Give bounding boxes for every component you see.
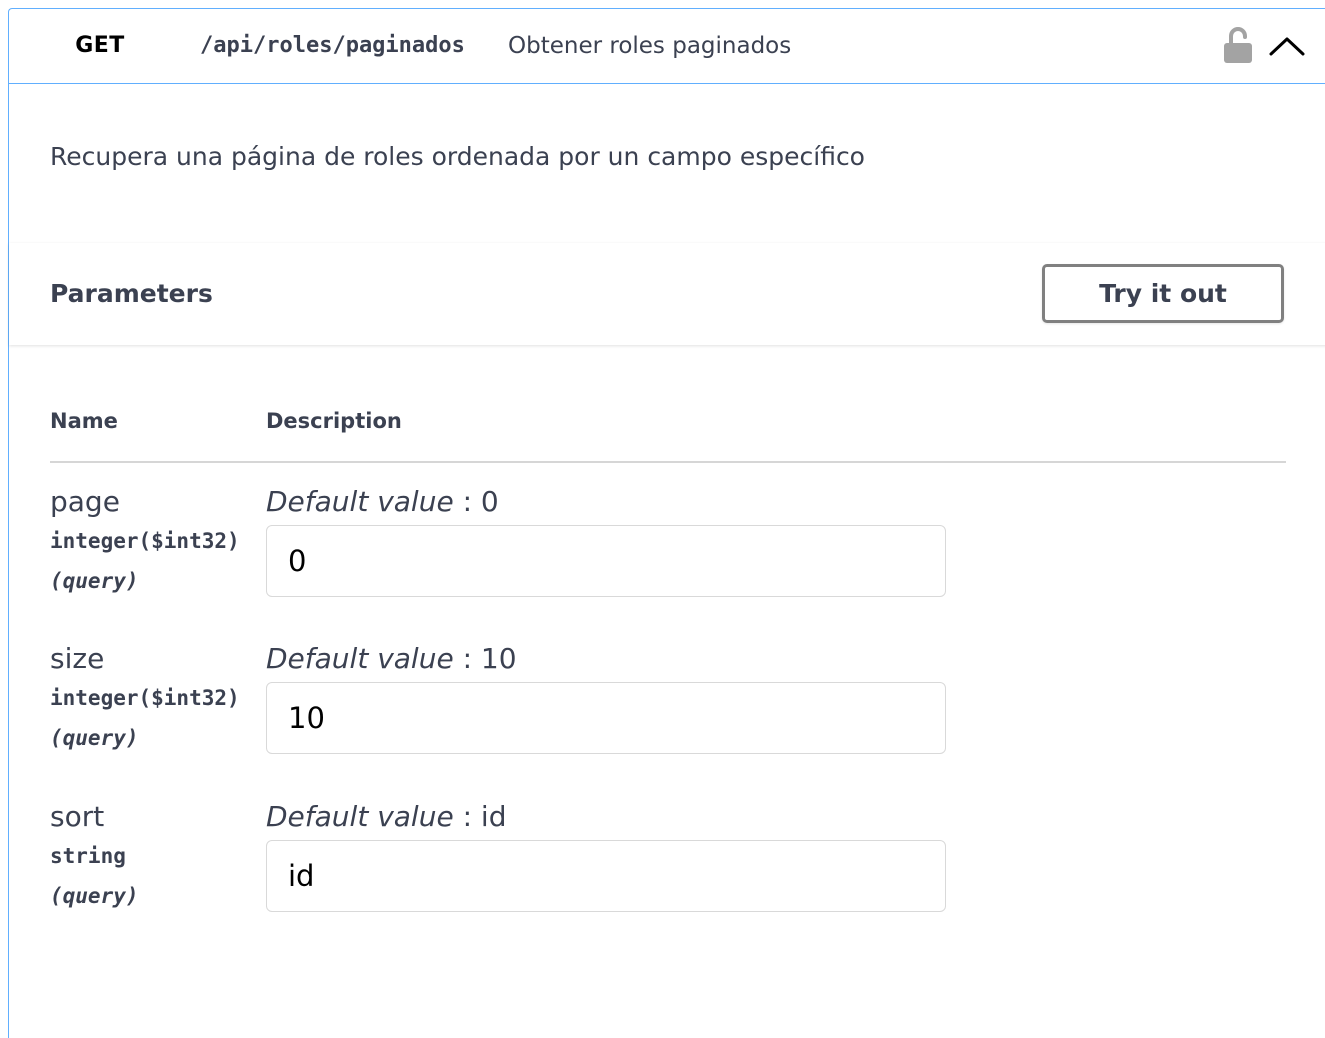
parameter-location: (query): [50, 569, 139, 593]
table-header-divider: [50, 461, 1286, 463]
operation-summary-text: Obtener roles paginados: [508, 33, 792, 59]
default-value: id: [480, 800, 507, 833]
parameter-type: integer($int32): [50, 529, 240, 553]
chevron-up-icon[interactable]: [1267, 29, 1307, 63]
parameter-row-sort: sort string (query) Default value : id: [50, 800, 1286, 940]
parameter-default: Default value : 10: [266, 642, 517, 675]
default-value: 10: [480, 642, 517, 675]
default-value: 0: [480, 485, 499, 518]
page-input[interactable]: [266, 525, 946, 597]
http-method-badge: GET: [75, 33, 125, 58]
parameter-default: Default value : id: [266, 800, 506, 833]
parameter-row-page: page integer($int32) (query) Default val…: [50, 485, 1286, 625]
default-label: Default value: [266, 800, 454, 833]
parameters-header: Parameters Try it out: [9, 243, 1325, 345]
parameter-name: size: [50, 642, 105, 675]
operation-description: Recupera una página de roles ordenada po…: [50, 142, 865, 171]
parameter-type: string: [50, 844, 126, 868]
parameters-title: Parameters: [50, 279, 213, 308]
parameter-name: page: [50, 485, 120, 518]
column-header-description: Description: [266, 409, 402, 433]
column-header-name: Name: [50, 409, 118, 433]
parameter-default: Default value : 0: [266, 485, 499, 518]
default-label: Default value: [266, 642, 454, 675]
parameter-row-size: size integer($int32) (query) Default val…: [50, 642, 1286, 782]
operation-summary[interactable]: GET /api/roles/paginados Obtener roles p…: [9, 9, 1325, 84]
default-separator: :: [453, 642, 481, 675]
size-input[interactable]: [266, 682, 946, 754]
endpoint-path: /api/roles/paginados: [200, 33, 465, 58]
operation-block: GET /api/roles/paginados Obtener roles p…: [8, 8, 1325, 1038]
parameter-location: (query): [50, 726, 139, 750]
try-it-out-button[interactable]: Try it out: [1042, 264, 1284, 323]
parameter-name: sort: [50, 800, 105, 833]
parameter-type: integer($int32): [50, 686, 240, 710]
parameter-location: (query): [50, 884, 139, 908]
sort-input[interactable]: [266, 840, 946, 912]
default-separator: :: [453, 485, 481, 518]
default-label: Default value: [266, 485, 454, 518]
unlocked-padlock-icon[interactable]: [1223, 25, 1253, 65]
default-separator: :: [453, 800, 481, 833]
